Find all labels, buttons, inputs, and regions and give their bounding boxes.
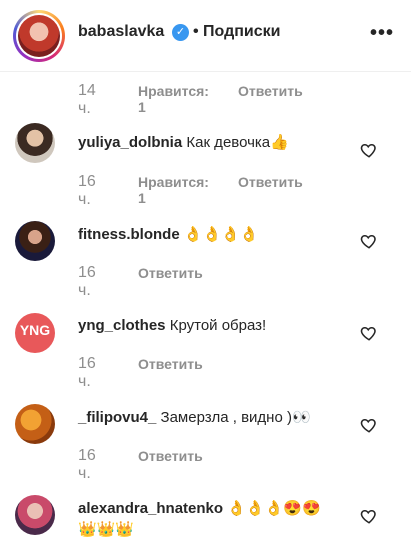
reply-button[interactable]: Ответить: [238, 83, 303, 99]
following-button[interactable]: Подписки: [203, 23, 280, 41]
commenter-avatar[interactable]: [15, 495, 55, 535]
separator-dot: •: [193, 23, 199, 40]
commenter-username[interactable]: yuliya_dolbnia: [78, 134, 182, 151]
reply-button[interactable]: Ответить: [238, 174, 303, 190]
heart-outline-icon[interactable]: [360, 324, 378, 342]
comment-likes[interactable]: Нравится: 1: [138, 174, 209, 206]
comment-body: 👌👌👌😍😍: [227, 500, 321, 517]
more-options-icon[interactable]: •••: [370, 22, 394, 45]
author-avatar-image: [18, 15, 60, 57]
commenter-avatar[interactable]: [15, 404, 55, 444]
heart-outline-icon[interactable]: [360, 141, 378, 159]
comment-text: alexandra_hnatenko 👌👌👌😍😍: [78, 499, 321, 517]
verified-badge-icon: ✓: [172, 24, 189, 41]
comment-time[interactable]: 16 ч.: [78, 447, 96, 483]
comment-text: yng_clothes Крутой образ!: [78, 317, 266, 334]
heart-outline-icon[interactable]: [360, 507, 378, 525]
comment-body-line2: 👑👑👑: [78, 521, 135, 538]
avatar-logo-text: YNG: [19, 322, 51, 338]
comment-body: Крутой образ!: [169, 317, 267, 334]
comment-time[interactable]: 16 ч.: [78, 173, 96, 209]
post-header: babaslavka ✓ • Подписки •••: [0, 0, 411, 72]
heart-outline-icon[interactable]: [360, 232, 378, 250]
comment-likes[interactable]: Нравится: 1: [138, 83, 209, 115]
comment-time[interactable]: 16 ч.: [78, 355, 96, 391]
reply-button[interactable]: Ответить: [138, 265, 203, 281]
commenter-avatar[interactable]: [15, 221, 55, 261]
author-avatar[interactable]: [13, 10, 65, 62]
comment-text: yuliya_dolbnia Как девочка👍: [78, 133, 289, 151]
comment-time[interactable]: 16 ч.: [78, 264, 96, 300]
commenter-username[interactable]: fitness.blonde: [78, 226, 180, 243]
comment-text: _filipovu4_ Замерзла , видно )👀: [78, 408, 311, 426]
comment-body: Замерзла , видно )👀: [160, 409, 311, 426]
heart-outline-icon[interactable]: [360, 416, 378, 434]
commenter-username[interactable]: alexandra_hnatenko: [78, 500, 223, 517]
commenter-username[interactable]: _filipovu4_: [78, 409, 156, 426]
commenter-username[interactable]: yng_clothes: [78, 317, 166, 334]
commenter-avatar[interactable]: YNG: [15, 313, 55, 353]
comment-time[interactable]: 14 ч.: [78, 82, 96, 118]
author-username[interactable]: babaslavka: [78, 23, 164, 41]
reply-button[interactable]: Ответить: [138, 356, 203, 372]
comment-text: fitness.blonde 👌👌👌👌: [78, 225, 259, 243]
commenter-avatar[interactable]: [15, 123, 55, 163]
comment-body: 👌👌👌👌: [183, 226, 259, 243]
reply-button[interactable]: Ответить: [138, 448, 203, 464]
comment-body: Как девочка👍: [186, 134, 289, 151]
